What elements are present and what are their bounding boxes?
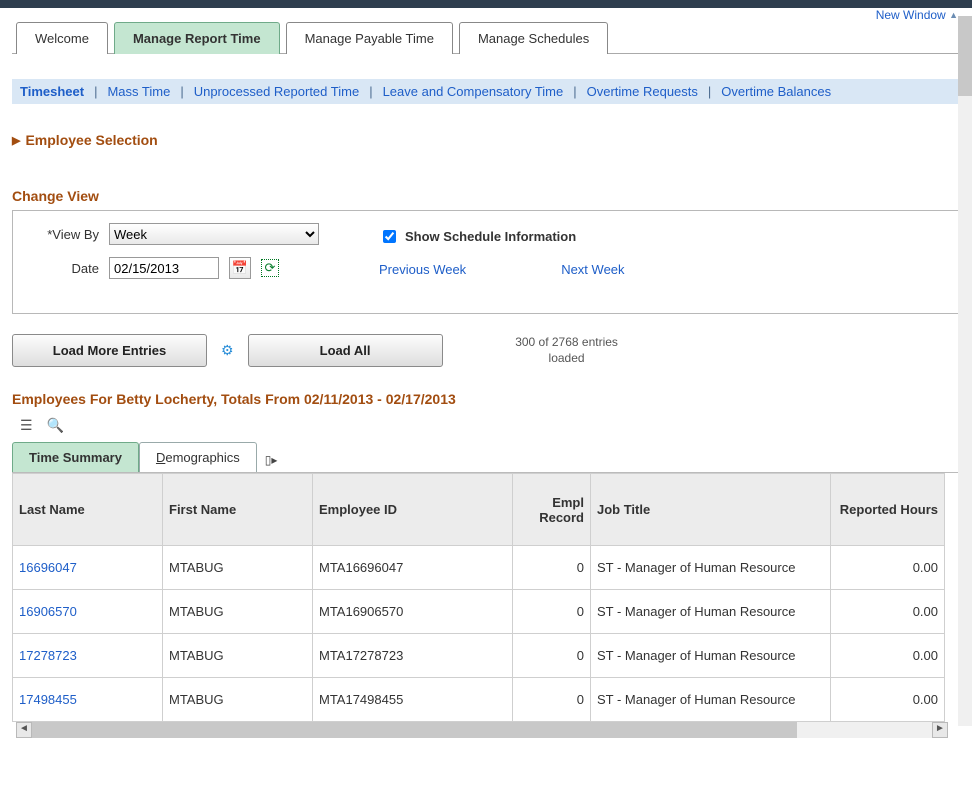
- cell-job-title: ST - Manager of Human Resource: [591, 590, 831, 634]
- separator: |: [369, 84, 372, 99]
- show-schedule-label: Show Schedule Information: [405, 229, 576, 244]
- new-window-label: New Window: [876, 8, 946, 22]
- calendar-icon: 📅: [232, 260, 248, 276]
- tab-manage-schedules[interactable]: Manage Schedules: [459, 22, 608, 54]
- date-label: Date: [29, 261, 99, 276]
- tab-manage-report-time-label: Manage Report Time: [133, 31, 261, 46]
- employee-selection-label: Employee Selection: [25, 132, 157, 148]
- tab-welcome-label: Welcome: [35, 31, 89, 46]
- subnav-overtime-requests[interactable]: Overtime Requests: [587, 84, 698, 99]
- cell-first-name: MTABUG: [163, 634, 313, 678]
- cell-job-title: ST - Manager of Human Resource: [591, 678, 831, 722]
- cell-employee-id: MTA17278723: [313, 634, 513, 678]
- tab-manage-payable-time[interactable]: Manage Payable Time: [286, 22, 453, 54]
- scroll-right-icon[interactable]: ►: [932, 722, 948, 738]
- gear-icon[interactable]: ⚙: [221, 342, 234, 359]
- separator: |: [573, 84, 576, 99]
- refresh-button[interactable]: ⟳: [261, 259, 279, 277]
- employee-grid: Last Name First Name Employee ID Empl Re…: [12, 473, 945, 722]
- tab-manage-schedules-label: Manage Schedules: [478, 31, 589, 46]
- col-reported-hours[interactable]: Reported Hours: [831, 474, 945, 546]
- tab-demographics[interactable]: Demographics: [139, 442, 257, 472]
- cell-job-title: ST - Manager of Human Resource: [591, 546, 831, 590]
- cell-reported-hours: 0.00: [831, 546, 945, 590]
- previous-week-link[interactable]: Previous Week: [379, 262, 466, 277]
- subnav-unprocessed[interactable]: Unprocessed Reported Time: [194, 84, 359, 99]
- cell-reported-hours: 0.00: [831, 590, 945, 634]
- subnav: Timesheet | Mass Time | Unprocessed Repo…: [12, 79, 960, 104]
- load-more-label: Load More Entries: [53, 343, 166, 358]
- employee-selection-toggle[interactable]: ▶ Employee Selection: [12, 132, 960, 148]
- col-job-title[interactable]: Job Title: [591, 474, 831, 546]
- tab-time-summary-label: Time Summary: [29, 450, 122, 465]
- cell-first-name: MTABUG: [163, 546, 313, 590]
- calendar-button[interactable]: 📅: [229, 257, 251, 279]
- entries-loaded-text: 300 of 2768 entries loaded: [497, 335, 637, 366]
- table-row: 17278723MTABUGMTA172787230ST - Manager o…: [13, 634, 945, 678]
- tab-demographics-label: Demographics: [156, 450, 240, 465]
- cell-empl-record: 0: [513, 678, 591, 722]
- tab-manage-report-time[interactable]: Manage Report Time: [114, 22, 280, 54]
- cell-employee-id: MTA16906570: [313, 590, 513, 634]
- grid-settings-icon[interactable]: ☰: [20, 417, 33, 434]
- change-view-box: *View By Week Date 📅 ⟳ Show Schedule Inf…: [12, 210, 960, 314]
- cell-empl-record: 0: [513, 546, 591, 590]
- grid-tabs: Time Summary Demographics ▯▸: [12, 442, 960, 473]
- horizontal-scrollbar[interactable]: ◄ ►: [16, 722, 948, 738]
- primary-tabs: Welcome Manage Report Time Manage Payabl…: [12, 18, 960, 54]
- col-first-name[interactable]: First Name: [163, 474, 313, 546]
- cell-last-name[interactable]: 16906570: [13, 590, 163, 634]
- cell-empl-record: 0: [513, 590, 591, 634]
- tab-welcome[interactable]: Welcome: [16, 22, 108, 54]
- next-week-link[interactable]: Next Week: [561, 262, 624, 277]
- subnav-mass-time[interactable]: Mass Time: [107, 84, 170, 99]
- date-input[interactable]: [109, 257, 219, 279]
- cell-employee-id: MTA16696047: [313, 546, 513, 590]
- separator: |: [180, 84, 183, 99]
- subnav-timesheet[interactable]: Timesheet: [20, 84, 84, 99]
- cell-reported-hours: 0.00: [831, 634, 945, 678]
- cell-reported-hours: 0.00: [831, 678, 945, 722]
- col-last-name[interactable]: Last Name: [13, 474, 163, 546]
- change-view-title: Change View: [12, 188, 960, 204]
- cell-last-name[interactable]: 16696047: [13, 546, 163, 590]
- cell-last-name[interactable]: 17498455: [13, 678, 163, 722]
- scroll-left-icon[interactable]: ◄: [16, 722, 32, 738]
- grid-search-icon[interactable]: 🔍: [47, 417, 64, 434]
- tab-time-summary[interactable]: Time Summary: [12, 442, 139, 472]
- table-row: 16906570MTABUGMTA169065700ST - Manager o…: [13, 590, 945, 634]
- table-row: 17498455MTABUGMTA174984550ST - Manager o…: [13, 678, 945, 722]
- cell-employee-id: MTA17498455: [313, 678, 513, 722]
- employees-heading: Employees For Betty Locherty, Totals Fro…: [12, 391, 960, 407]
- table-row: 16696047MTABUGMTA166960470ST - Manager o…: [13, 546, 945, 590]
- vertical-scrollbar[interactable]: [958, 16, 972, 726]
- separator: |: [94, 84, 97, 99]
- new-window-link[interactable]: New Window ▲: [876, 8, 958, 22]
- tab-expand-icon[interactable]: ▯▸: [257, 448, 286, 472]
- dropdown-icon: ▲: [949, 10, 958, 20]
- cell-job-title: ST - Manager of Human Resource: [591, 634, 831, 678]
- cell-first-name: MTABUG: [163, 678, 313, 722]
- subnav-leave[interactable]: Leave and Compensatory Time: [383, 84, 564, 99]
- col-employee-id[interactable]: Employee ID: [313, 474, 513, 546]
- cell-first-name: MTABUG: [163, 590, 313, 634]
- view-by-label: *View By: [29, 227, 99, 242]
- show-schedule-checkbox[interactable]: [383, 230, 396, 243]
- subnav-overtime-balances[interactable]: Overtime Balances: [721, 84, 831, 99]
- load-more-entries-button[interactable]: Load More Entries: [12, 334, 207, 367]
- separator: |: [708, 84, 711, 99]
- refresh-icon: ⟳: [265, 260, 276, 276]
- tab-manage-payable-time-label: Manage Payable Time: [305, 31, 434, 46]
- caret-right-icon: ▶: [12, 134, 20, 147]
- cell-last-name[interactable]: 17278723: [13, 634, 163, 678]
- view-by-select[interactable]: Week: [109, 223, 319, 245]
- col-empl-record[interactable]: Empl Record: [513, 474, 591, 546]
- cell-empl-record: 0: [513, 634, 591, 678]
- load-all-button[interactable]: Load All: [248, 334, 443, 367]
- load-all-label: Load All: [320, 343, 371, 358]
